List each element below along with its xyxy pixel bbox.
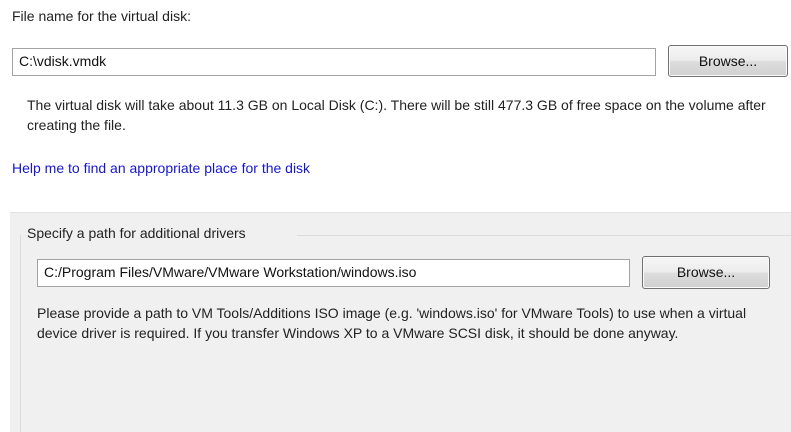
group-title-divider: [297, 235, 791, 236]
additional-drivers-group-title: Specify a path for additional drivers: [27, 225, 246, 241]
vdisk-file-name-label: File name for the virtual disk:: [12, 8, 191, 24]
group-left-border: [20, 235, 21, 432]
vdisk-browse-button[interactable]: Browse...: [668, 45, 788, 77]
vdisk-file-name-input[interactable]: C:\vdisk.vmdk: [12, 48, 656, 76]
drivers-path-input[interactable]: C:/Program Files/VMware/VMware Workstati…: [37, 259, 630, 287]
vdisk-space-info: The virtual disk will take about 11.3 GB…: [27, 97, 766, 133]
help-find-place-link[interactable]: Help me to find an appropriate place for…: [12, 160, 310, 176]
drivers-path-info: Please provide a path to VM Tools/Additi…: [37, 305, 747, 341]
drivers-browse-button[interactable]: Browse...: [642, 256, 770, 289]
